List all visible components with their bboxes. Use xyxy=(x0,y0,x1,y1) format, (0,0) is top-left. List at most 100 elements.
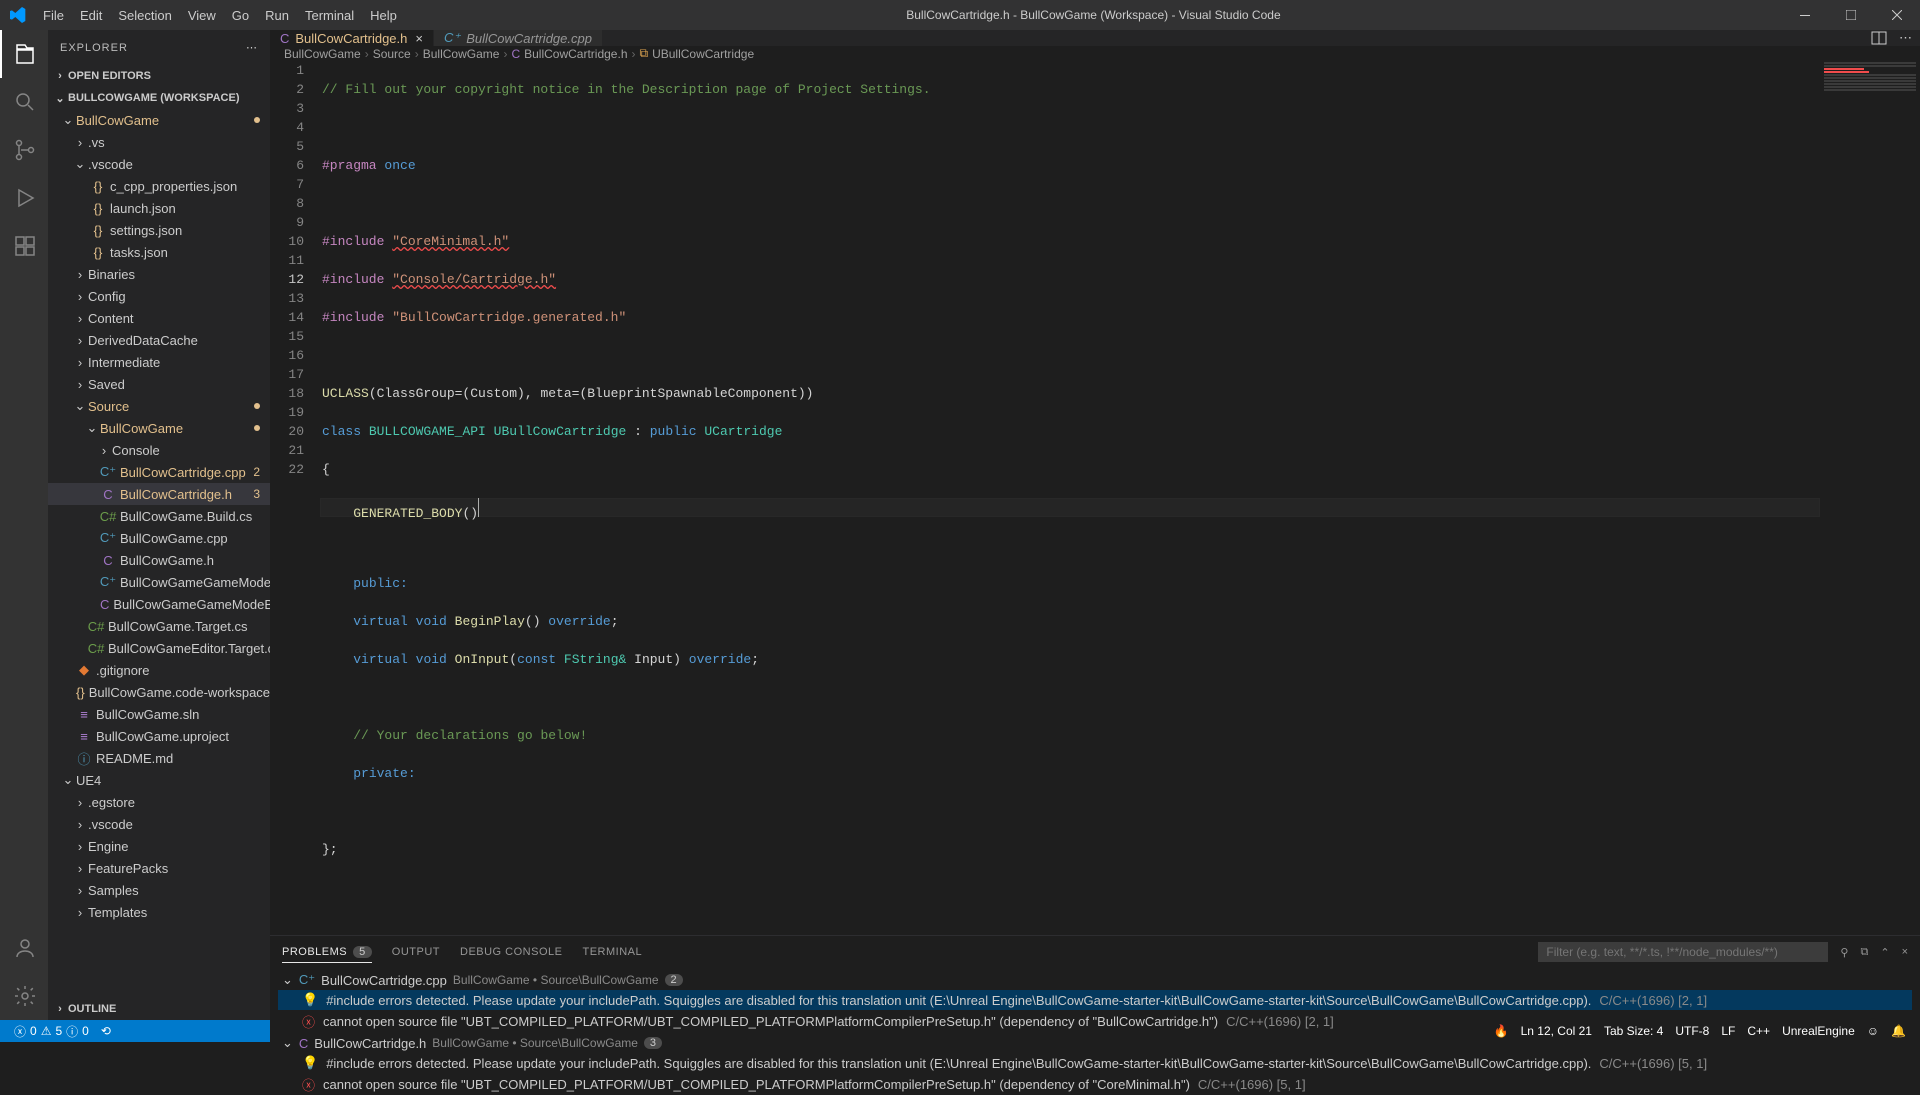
vscode-logo xyxy=(0,7,35,23)
file-tasks-json[interactable]: {}tasks.json xyxy=(48,241,270,263)
editor-area: CBullCowCartridge.h× C⁺BullCowCartridge.… xyxy=(270,30,1920,1020)
problem-item[interactable]: ⓧcannot open source file "UBT_COMPILED_P… xyxy=(278,1073,1912,1095)
folder-saved[interactable]: ›Saved xyxy=(48,373,270,395)
tab-cartridge-cpp[interactable]: C⁺BullCowCartridge.cpp xyxy=(434,30,603,46)
file-gamemode-h[interactable]: CBullCowGameGameModeBase.h xyxy=(48,593,270,615)
menu-view[interactable]: View xyxy=(180,0,224,30)
close-icon[interactable]: × xyxy=(415,31,423,46)
folder-binaries[interactable]: ›Binaries xyxy=(48,263,270,285)
file-c-cpp-properties[interactable]: {}c_cpp_properties.json xyxy=(48,175,270,197)
section-open-editors[interactable]: ›OPEN EDITORS xyxy=(48,65,270,87)
menu-file[interactable]: File xyxy=(35,0,72,30)
folder-ddc[interactable]: ›DerivedDataCache xyxy=(48,329,270,351)
problem-item[interactable]: 💡#include errors detected. Please update… xyxy=(278,1053,1912,1073)
folder-samples[interactable]: ›Samples xyxy=(48,879,270,901)
folder-intermediate[interactable]: ›Intermediate xyxy=(48,351,270,373)
folder-vscode-ue4[interactable]: ›.vscode xyxy=(48,813,270,835)
folder-vscode[interactable]: ⌄.vscode xyxy=(48,153,270,175)
search-icon[interactable] xyxy=(0,78,48,126)
panel-tab-output[interactable]: OUTPUT xyxy=(392,946,440,958)
menu-run[interactable]: Run xyxy=(257,0,297,30)
file-cartridge-h[interactable]: CBullCowCartridge.h3 xyxy=(48,483,270,505)
minimize-button[interactable] xyxy=(1782,0,1828,30)
file-game-h[interactable]: CBullCowGame.h xyxy=(48,549,270,571)
status-unreal[interactable]: UnrealEngine xyxy=(1776,1024,1861,1038)
source-control-icon[interactable] xyxy=(0,126,48,174)
split-editor-icon[interactable] xyxy=(1871,30,1887,46)
status-eol[interactable]: LF xyxy=(1715,1024,1741,1038)
breadcrumb[interactable]: BullCowGame› Source› BullCowGame› C Bull… xyxy=(270,46,1920,61)
panel-tab-problems[interactable]: PROBLEMS5 xyxy=(282,946,372,963)
status-lncol[interactable]: Ln 12, Col 21 xyxy=(1515,1024,1598,1038)
more-actions-icon[interactable]: ⋯ xyxy=(246,41,258,54)
collapse-all-icon[interactable]: ⧉ xyxy=(1860,946,1868,959)
status-bell-icon[interactable]: 🔔 xyxy=(1885,1024,1912,1038)
folder-egstore[interactable]: ›.egstore xyxy=(48,791,270,813)
extensions-icon[interactable] xyxy=(0,222,48,270)
file-sln[interactable]: ≡BullCowGame.sln xyxy=(48,703,270,725)
editor-body[interactable]: 12345678910111213141516171819202122 // F… xyxy=(270,61,1920,935)
activity-bar xyxy=(0,30,48,1020)
problem-item[interactable]: 💡#include errors detected. Please update… xyxy=(278,990,1912,1010)
code-editor[interactable]: // Fill out your copyright notice in the… xyxy=(320,61,1820,935)
folder-content[interactable]: ›Content xyxy=(48,307,270,329)
folder-ue4[interactable]: ⌄UE4 xyxy=(48,769,270,791)
section-outline[interactable]: ›OUTLINE xyxy=(48,998,270,1020)
tab-cartridge-h[interactable]: CBullCowCartridge.h× xyxy=(270,30,434,46)
status-feedback-icon[interactable]: ☺ xyxy=(1861,1024,1885,1038)
explorer-icon[interactable] xyxy=(0,30,48,78)
file-gitignore[interactable]: ◆.gitignore xyxy=(48,659,270,681)
status-tabsize[interactable]: Tab Size: 4 xyxy=(1598,1024,1669,1038)
folder-source[interactable]: ⌄Source xyxy=(48,395,270,417)
panel-tab-debug[interactable]: DEBUG CONSOLE xyxy=(460,946,562,958)
file-settings-json[interactable]: {}settings.json xyxy=(48,219,270,241)
problem-group[interactable]: ⌄C⁺BullCowCartridge.cppBullCowGame • Sou… xyxy=(278,970,1912,990)
filter-icon[interactable]: ⚲ xyxy=(1840,946,1848,959)
folder-engine[interactable]: ›Engine xyxy=(48,835,270,857)
filter-input[interactable] xyxy=(1538,942,1828,962)
panel-tab-terminal[interactable]: TERMINAL xyxy=(582,946,642,958)
close-panel-icon[interactable]: × xyxy=(1902,946,1908,958)
status-live-share-icon[interactable]: ⟲ xyxy=(95,1024,117,1038)
menu-help[interactable]: Help xyxy=(362,0,405,30)
folder-bullcowgame-src[interactable]: ⌄BullCowGame xyxy=(48,417,270,439)
window-title: BullCowCartridge.h - BullCowGame (Worksp… xyxy=(405,8,1782,22)
run-debug-icon[interactable] xyxy=(0,174,48,222)
status-encoding[interactable]: UTF-8 xyxy=(1669,1024,1715,1038)
file-uproject[interactable]: ≡BullCowGame.uproject xyxy=(48,725,270,747)
menu-edit[interactable]: Edit xyxy=(72,0,110,30)
folder-templates[interactable]: ›Templates xyxy=(48,901,270,923)
file-readme[interactable]: ⓘREADME.md xyxy=(48,747,270,769)
file-code-workspace[interactable]: {}BullCowGame.code-workspace xyxy=(48,681,270,703)
settings-icon[interactable] xyxy=(0,972,48,1020)
status-errors[interactable]: ⓧ0⚠5ⓘ0 xyxy=(8,1023,95,1040)
menu-selection[interactable]: Selection xyxy=(110,0,179,30)
minimap[interactable] xyxy=(1820,61,1920,935)
accounts-icon[interactable] xyxy=(0,924,48,972)
folder-vs[interactable]: ›.vs xyxy=(48,131,270,153)
close-button[interactable] xyxy=(1874,0,1920,30)
maximize-button[interactable] xyxy=(1828,0,1874,30)
folder-console[interactable]: ›Console xyxy=(48,439,270,461)
file-gamemode-cpp[interactable]: C⁺BullCowGameGameModeBase.cpp xyxy=(48,571,270,593)
menu-bar: File Edit Selection View Go Run Terminal… xyxy=(35,0,405,30)
menu-go[interactable]: Go xyxy=(224,0,257,30)
menu-terminal[interactable]: Terminal xyxy=(297,0,362,30)
section-workspace[interactable]: ⌄BULLCOWGAME (WORKSPACE) xyxy=(48,87,270,109)
file-target-cs[interactable]: C#BullCowGame.Target.cs xyxy=(48,615,270,637)
window-controls xyxy=(1782,0,1920,30)
bottom-panel: PROBLEMS5 OUTPUT DEBUG CONSOLE TERMINAL … xyxy=(270,935,1920,1095)
folder-featurepacks[interactable]: ›FeaturePacks xyxy=(48,857,270,879)
file-launch-json[interactable]: {}launch.json xyxy=(48,197,270,219)
status-flame-icon[interactable]: 🔥 xyxy=(1488,1024,1515,1038)
file-game-cpp[interactable]: C⁺BullCowGame.cpp xyxy=(48,527,270,549)
more-icon[interactable]: ⋯ xyxy=(1899,30,1912,46)
file-cartridge-cpp[interactable]: C⁺BullCowCartridge.cpp2 xyxy=(48,461,270,483)
folder-bullcowgame[interactable]: ⌄BullCowGame xyxy=(48,109,270,131)
file-build-cs[interactable]: C#BullCowGame.Build.cs xyxy=(48,505,270,527)
folder-config[interactable]: ›Config xyxy=(48,285,270,307)
status-language[interactable]: C++ xyxy=(1741,1024,1776,1038)
file-editor-target-cs[interactable]: C#BullCowGameEditor.Target.cs xyxy=(48,637,270,659)
sidebar-title: EXPLORER ⋯ xyxy=(48,30,270,65)
chevron-up-icon[interactable]: ⌃ xyxy=(1880,946,1889,959)
